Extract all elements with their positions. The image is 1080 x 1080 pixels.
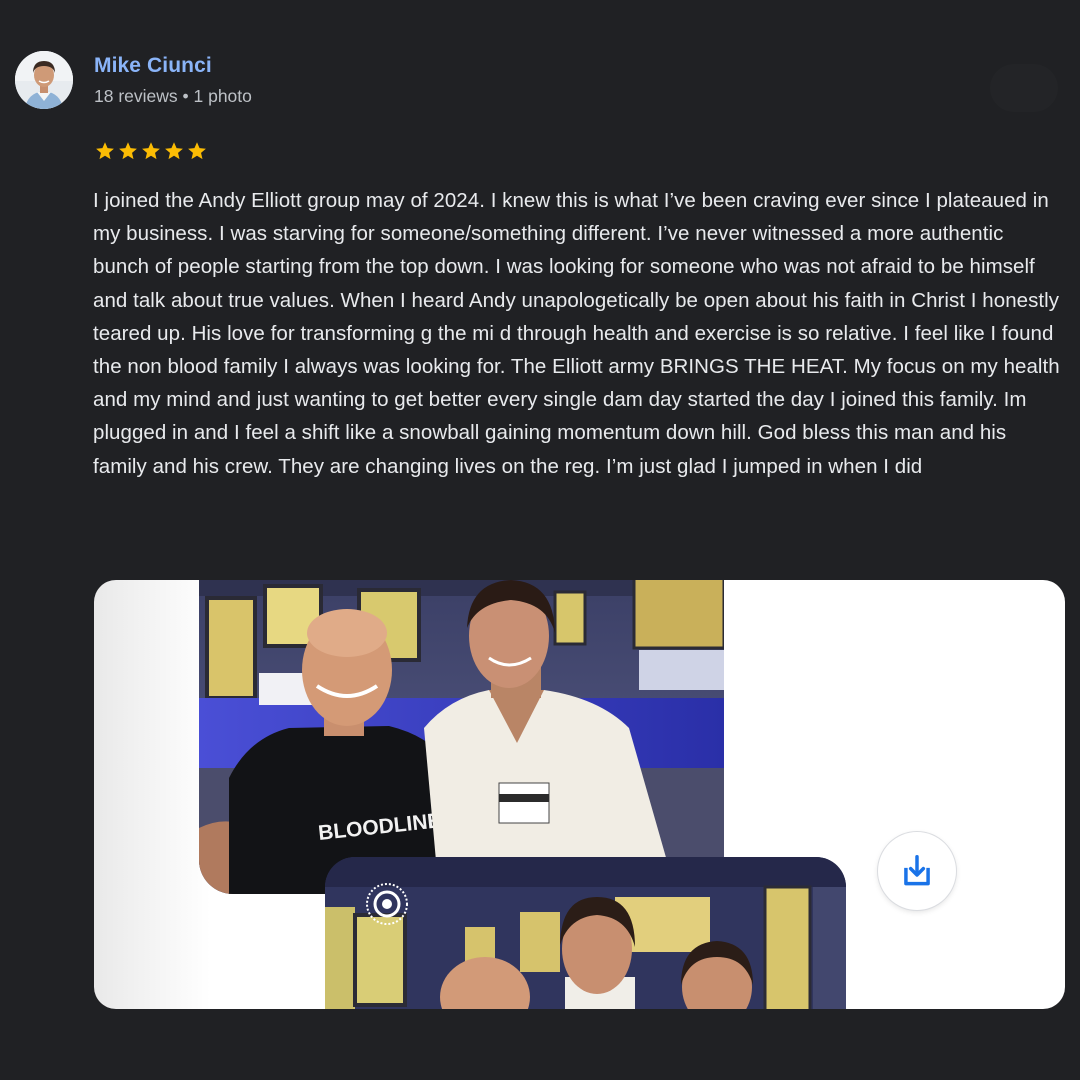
review-photo-secondary[interactable] <box>325 857 846 1009</box>
review-photo-main[interactable]: BLOODLINE BREAKER <box>199 580 724 894</box>
author-name[interactable]: Mike Ciunci <box>94 54 212 78</box>
more-options-button[interactable] <box>990 64 1058 112</box>
star-rating <box>94 139 208 165</box>
download-icon <box>904 855 930 886</box>
photo-three-men <box>325 857 846 1009</box>
star-icon <box>96 142 114 160</box>
review-text: I joined the Andy Elliott group may of 2… <box>93 189 1060 478</box>
photo-two-men: BLOODLINE BREAKER <box>199 580 724 894</box>
star-icon <box>119 142 137 160</box>
author-meta: 18 reviews • 1 photo <box>94 86 252 106</box>
review-photo-carousel[interactable]: BLOODLINE BREAKER <box>94 580 1065 1009</box>
star-icon <box>188 142 206 160</box>
avatar-photo <box>15 51 73 109</box>
download-button[interactable] <box>878 832 956 910</box>
star-icon <box>165 142 183 160</box>
author-avatar[interactable] <box>15 51 73 109</box>
review-card: Mike Ciunci 18 reviews • 1 photo I joine… <box>0 0 1080 1080</box>
star-icon <box>142 142 160 160</box>
